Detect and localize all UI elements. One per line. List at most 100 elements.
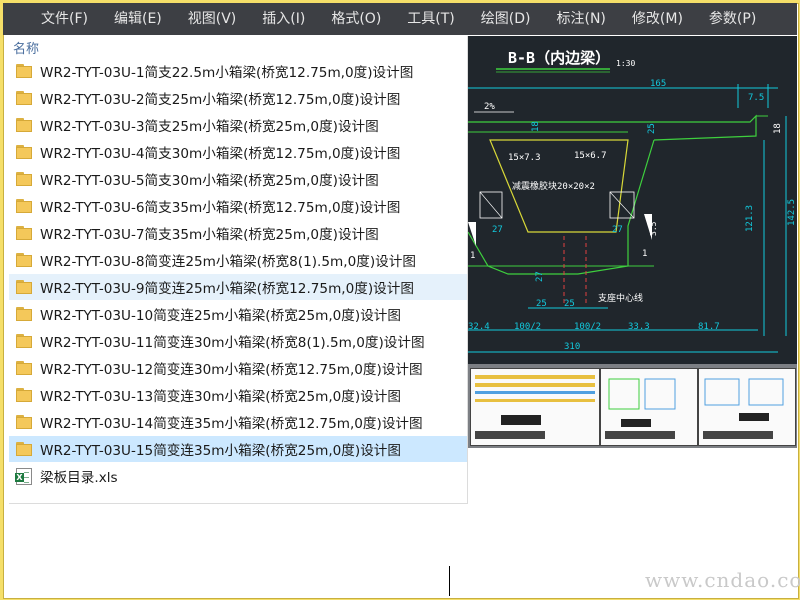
folder-icon [16,253,32,267]
folder-list-item[interactable]: WR2-TYT-03U-14简变连35m小箱梁(桥宽12.75m,0度)设计图 [9,409,467,435]
text-cursor [449,566,450,596]
dim-27-right: 27 [612,225,623,235]
folder-icon [16,361,32,375]
sheet-preview [475,375,595,439]
strand-label-right: 15×6.7 [574,151,607,161]
menu-item[interactable]: 参数(P) [696,3,769,35]
dim-bottom-25b: 25 [564,299,575,309]
menu-item[interactable]: 修改(M) [619,3,696,35]
slope-mark-right-label: 1 [642,249,647,259]
folder-list-item[interactable]: WR2-TYT-03U-9简变连25m小箱梁(桥宽12.75m,0度)设计图 [9,274,467,300]
folder-icon [16,172,32,186]
box-outer-outline [468,139,655,275]
folder-name: WR2-TYT-03U-6简支35m小箱梁(桥宽12.75m,0度)设计图 [40,200,401,216]
folder-name: WR2-TYT-03U-12简变连30m小箱梁(桥宽12.75m,0度)设计图 [40,362,423,378]
excel-file-icon: X [15,467,32,485]
dim-top-7-5: 7.5 [748,93,764,103]
dim-total-310: 310 [564,342,580,352]
folder-name: WR2-TYT-03U-13简变连30m小箱梁(桥宽25m,0度)设计图 [40,389,401,405]
drawing-scale: 1:30 [616,59,635,68]
menu-item[interactable]: 绘图(D) [468,3,544,35]
folder-name: WR2-TYT-03U-5简支30m小箱梁(桥宽25m,0度)设计图 [40,173,379,189]
cross-section-drawing: B-B（内边梁） 1:30 165 7.5 2% 15×7.3 15×6.7 减… [468,49,797,353]
folder-list-item[interactable]: WR2-TYT-03U-6简支35m小箱梁(桥宽12.75m,0度)设计图 [9,193,467,219]
folder-name: WR2-TYT-03U-15简变连35m小箱梁(桥宽25m,0度)设计图 [40,443,401,459]
folder-name: WR2-TYT-03U-14简变连35m小箱梁(桥宽12.75m,0度)设计图 [40,416,423,432]
block-diagonal [609,191,635,219]
dim-27-left: 27 [492,225,503,235]
folder-icon [16,91,32,105]
dim-bottom-100-2b: 100/2 [574,322,601,332]
folder-list-item[interactable]: WR2-TYT-03U-8简变连25m小箱梁(桥宽8(1).5m,0度)设计图 [9,247,467,273]
dim-bottom-81-7: 81.7 [698,322,720,332]
folder-name: WR2-TYT-03U-11简变连30m小箱梁(桥宽8(1).5m,0度)设计图 [40,335,425,351]
dim-25: 25 [647,123,657,134]
folder-list-item[interactable]: WR2-TYT-03U-2简支25m小箱梁(桥宽12.75m,0度)设计图 [9,85,467,111]
folder-list-item[interactable]: WR2-TYT-03U-13简变连30m小箱梁(桥宽25m,0度)设计图 [9,382,467,408]
dim-3-5: 3.5 [649,221,658,236]
folder-list-item[interactable]: WR2-TYT-03U-3简支25m小箱梁(桥宽25m,0度)设计图 [9,112,467,138]
drawing-sheet-thumbnail[interactable] [698,368,796,446]
folder-icon [16,388,32,402]
folder-name: WR2-TYT-03U-2简支25m小箱梁(桥宽12.75m,0度)设计图 [40,92,401,108]
slope-mark-left-label: 1 [470,251,475,261]
dim-top-165: 165 [650,79,666,89]
menu-item[interactable]: 工具(T) [394,3,467,35]
folder-list-item[interactable]: WR2-TYT-03U-1简支22.5m小箱梁(桥宽12.75m,0度)设计图 [9,58,467,84]
folder-name: WR2-TYT-03U-1简支22.5m小箱梁(桥宽12.75m,0度)设计图 [40,65,414,81]
folder-list-item[interactable]: WR2-TYT-03U-7简支35m小箱梁(桥宽25m,0度)设计图 [9,220,467,246]
folder-icon [16,226,32,240]
folder-icon [16,415,32,429]
file-list-item[interactable]: X 梁板目录.xls [9,463,467,489]
folder-list-item[interactable]: WR2-TYT-03U-5简支30m小箱梁(桥宽25m,0度)设计图 [9,166,467,192]
folder-icon [16,64,32,78]
folder-name: WR2-TYT-03U-7简支35m小箱梁(桥宽25m,0度)设计图 [40,227,379,243]
folder-list-item[interactable]: WR2-TYT-03U-15简变连35m小箱梁(桥宽25m,0度)设计图 [9,436,467,462]
dim-18-right: 18 [773,123,783,134]
folder-name: WR2-TYT-03U-10简变连25m小箱梁(桥宽25m,0度)设计图 [40,308,401,324]
dim-bottom-100-2a: 100/2 [514,322,541,332]
sheet-preview [703,378,784,439]
drawing-sheet-thumbnail[interactable] [600,368,698,446]
folder-name: WR2-TYT-03U-8简变连25m小箱梁(桥宽8(1).5m,0度)设计图 [40,254,416,270]
folder-list-item[interactable]: WR2-TYT-03U-11简变连30m小箱梁(桥宽8(1).5m,0度)设计图 [9,328,467,354]
folder-icon [16,118,32,132]
menu-item[interactable]: 文件(F) [3,3,101,35]
slope-2pct: 2% [484,102,495,112]
folder-list-item[interactable]: WR2-TYT-03U-10简变连25m小箱梁(桥宽25m,0度)设计图 [9,301,467,327]
file-name: 梁板目录.xls [40,470,118,486]
dim-142-5: 142.5 [787,199,797,226]
folder-icon [16,442,32,456]
folder-icon [16,199,32,213]
dim-18-top: 18 [531,121,541,132]
menu-item[interactable]: 标注(N) [544,3,619,35]
menu-bar: 文件(F) 编辑(E) 视图(V) 插入(I) 格式(O) 工具(T) 绘图(D) 标注(N)… [3,3,797,35]
menu-item[interactable]: 视图(V) [175,3,250,35]
folder-icon [16,280,32,294]
menu-item[interactable]: 编辑(E) [101,3,175,35]
folder-name: WR2-TYT-03U-9简变连25m小箱梁(桥宽12.75m,0度)设计图 [40,281,414,297]
folder-icon [16,307,32,321]
bearing-note: 减震橡胶块20×20×2 [512,180,595,192]
sheet-preview [605,378,676,439]
menu-item[interactable]: 插入(I) [249,3,318,35]
dim-bottom-32-4: 32.4 [468,322,490,332]
folder-icon [16,334,32,348]
dim-27-bottom: 27 [535,271,545,282]
file-list-panel: 名称 WR2-TYT-03U-1简支22.5m小箱梁(桥宽12.75m,0度)设… [9,36,468,504]
folder-name: WR2-TYT-03U-3简支25m小箱梁(桥宽25m,0度)设计图 [40,119,379,135]
folder-icon [16,145,32,159]
strand-label-left: 15×7.3 [508,153,541,163]
folder-list-item[interactable]: WR2-TYT-03U-12简变连30m小箱梁(桥宽12.75m,0度)设计图 [9,355,467,381]
column-header-name[interactable]: 名称 [13,38,39,57]
folder-list-item[interactable]: WR2-TYT-03U-4简支30m小箱梁(桥宽12.75m,0度)设计图 [9,139,467,165]
folder-name: WR2-TYT-03U-4简支30m小箱梁(桥宽12.75m,0度)设计图 [40,146,401,162]
block-diagonal [479,191,503,219]
dim-121-3: 121.3 [745,205,755,232]
drawing-sheet-thumbnail[interactable] [470,368,600,446]
cad-drawing-viewport[interactable]: B-B（内边梁） 1:30 165 7.5 2% 15×7.3 15×6.7 减… [468,36,797,364]
watermark: www.cndao.com [645,568,800,592]
drawing-title: B-B（内边梁） [508,49,610,67]
top-flange-outline [468,114,757,141]
menu-item[interactable]: 格式(O) [318,3,394,35]
